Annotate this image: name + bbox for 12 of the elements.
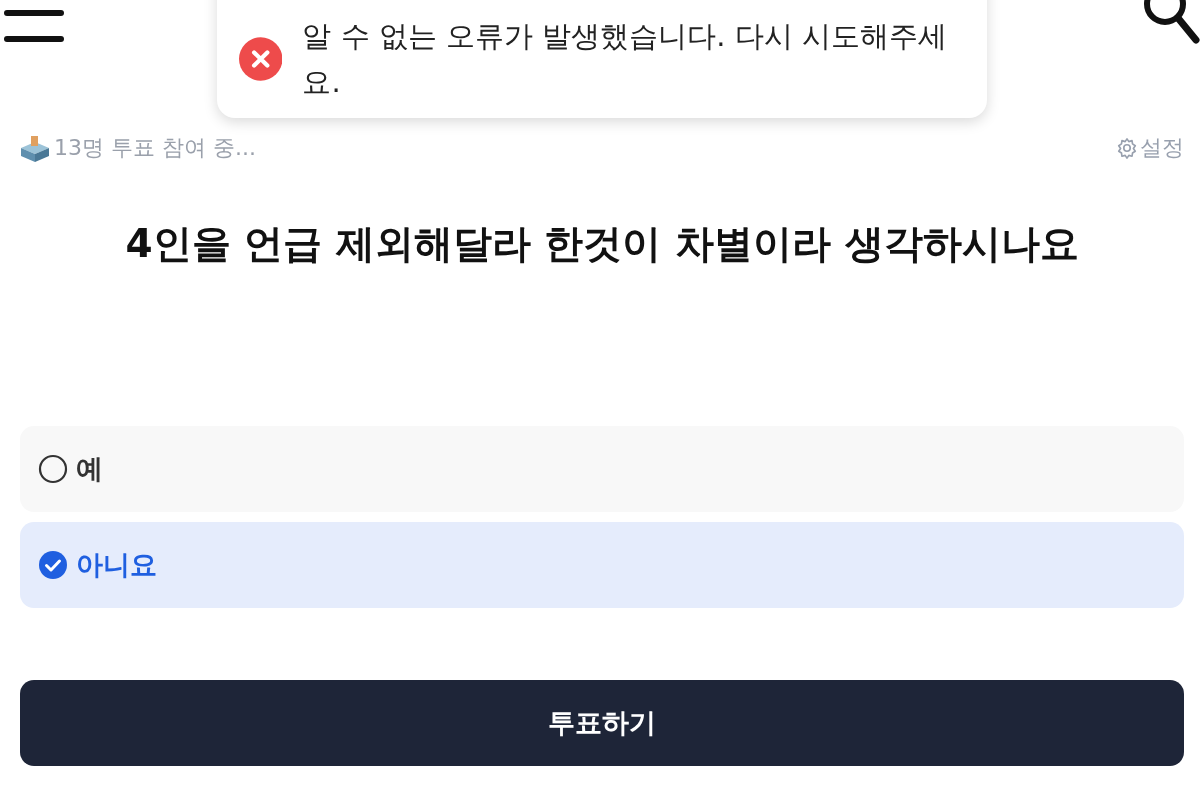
checked-circle-icon — [38, 550, 68, 580]
poll-option[interactable]: 예 — [20, 426, 1184, 512]
poll-option[interactable]: 아니요 — [20, 522, 1184, 608]
settings-icon — [1116, 137, 1138, 159]
vote-button[interactable]: 투표하기 — [20, 680, 1184, 766]
participant-count: 13명 투표 참여 중... — [54, 134, 256, 162]
error-icon — [239, 36, 283, 82]
radio-circle-icon — [38, 454, 68, 484]
menu-icon[interactable] — [2, 9, 64, 43]
ballot-box-icon — [20, 134, 50, 162]
poll-question: 4인을 언급 제외해달라 한것이 차별이라 생각하시나요 — [124, 220, 1080, 268]
toast-message: 알 수 없는 오류가 발생했습니다. 다시 시도해주세요. — [302, 18, 947, 101]
